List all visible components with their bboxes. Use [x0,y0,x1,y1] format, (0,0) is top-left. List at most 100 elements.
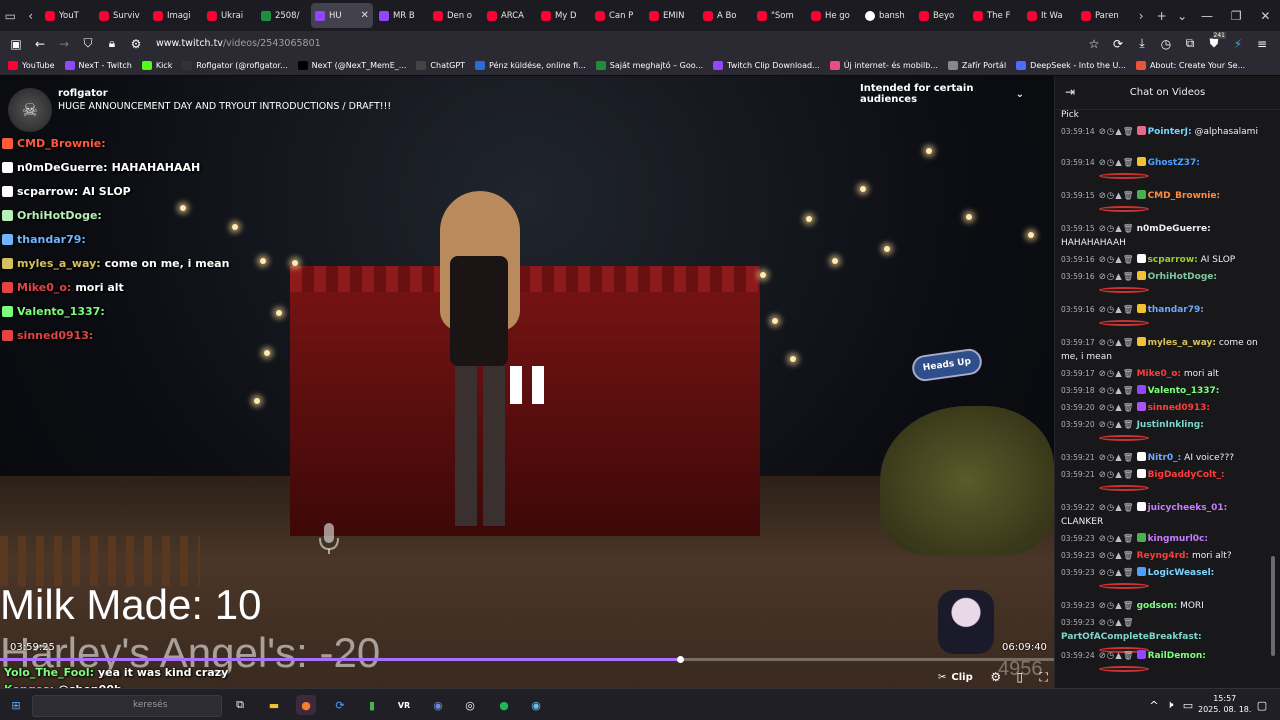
bookmark-item[interactable]: NexT (@NexT_MemE_... [297,61,406,70]
chat-message[interactable]: 03:59:23 ⊘◷▲🗑︎ Reyng4rd: mori alt? [1061,549,1267,563]
firefox-icon[interactable]: ● [296,695,316,715]
chat-message[interactable]: 03:59:24 ⊘◷▲🗑︎ RailDemon: [1061,649,1267,674]
moderation-icons[interactable]: ⊘◷▲🗑︎ [1099,568,1135,578]
chat-message[interactable]: 03:59:14 ⊘◷▲🗑︎ GhostZ37: [1061,156,1267,181]
streamer-logo-icon[interactable]: ☠ [8,88,52,132]
settings-gear-icon[interactable]: ⚙ [989,670,1003,684]
browser-tab[interactable]: Surviv [95,3,147,28]
browser-tab[interactable]: My D [537,3,589,28]
url-bar[interactable]: www.twitch.tv/videos/2543065801 [156,38,1082,49]
bookmark-item[interactable]: ChatGPT [416,61,465,70]
browser-tab[interactable]: Can P [591,3,643,28]
chat-username[interactable]: myles_a_way: [1148,338,1216,348]
browser-tab[interactable]: bansh [861,3,913,28]
chat-username[interactable]: LogicWeasel: [1148,568,1215,578]
chat-message[interactable]: 03:59:16 ⊘◷▲🗑︎ scparrow: AI SLOP [1061,253,1267,267]
tab-list-dropdown-icon[interactable]: ⌄ [1172,0,1192,31]
bookmark-item[interactable]: Kick [141,61,172,70]
notifications-icon[interactable]: ▢ [1252,695,1272,715]
browser-tab[interactable]: Den o [429,3,481,28]
app-icon[interactable]: ⟳ [330,695,350,715]
moderation-icons[interactable]: ⊘◷▲🗑︎ [1099,191,1135,201]
moderation-icons[interactable]: ⊘◷▲🗑︎ [1099,453,1135,463]
task-view-icon[interactable]: ⧉ [230,695,250,715]
permissions-icon[interactable]: ⚙︎ [124,32,148,56]
volume-icon[interactable]: 🕨︎ [1160,695,1180,715]
moderation-icons[interactable]: ⊘◷▲🗑︎ [1099,534,1135,544]
browser-tab[interactable]: The F [969,3,1021,28]
chat-message[interactable]: Pick [1061,110,1267,122]
chat-username[interactable]: juicycheeks_01: [1148,503,1228,513]
browser-tab[interactable]: MR B [375,3,427,28]
moderation-icons[interactable]: ⊘◷▲🗑︎ [1099,386,1135,396]
chat-message[interactable]: 03:59:14 ⊘◷▲🗑︎ PointerJ: @alphasalami [1061,125,1267,139]
discord-icon[interactable]: ◉ [428,695,448,715]
notepad-icon[interactable]: ▮ [362,695,382,715]
moderation-icons[interactable]: ⊘◷▲🗑︎ [1099,224,1135,234]
chat-username[interactable]: thandar79: [1148,305,1204,315]
chat-username[interactable]: godson: [1137,601,1178,611]
bookmark-item[interactable]: Pénz küldése, online fi... [475,61,586,70]
moderation-icons[interactable]: ⊘◷▲🗑︎ [1099,651,1135,661]
browser-tab[interactable]: "Som [753,3,805,28]
sidebar-toggle-icon[interactable]: ▣ [4,32,28,56]
browser-tab[interactable]: A Bo [699,3,751,28]
chat-username[interactable]: PartOfACompleteBreakfast: [1061,632,1202,642]
browser-tab[interactable]: Beyo [915,3,967,28]
moderation-icons[interactable]: ⊘◷▲🗑︎ [1099,403,1135,413]
restore-icon[interactable]: ❐ [1222,0,1251,31]
chat-username[interactable]: PointerJ: [1148,127,1192,137]
bookmark-item[interactable]: Zafír Portál [947,61,1006,70]
chat-message[interactable]: 03:59:23 ⊘◷▲🗑︎ godson: MORI [1061,599,1267,613]
chat-message[interactable]: 03:59:16 ⊘◷▲🗑︎ OrhiHotDoge: [1061,270,1267,295]
chat-username[interactable]: Mike0_o: [1137,369,1181,379]
chat-username[interactable]: CMD_Brownie: [1148,191,1221,201]
browser-tab[interactable]: Imagi [149,3,201,28]
tab-overview-icon[interactable]: ▭ [0,0,20,31]
bookmark-item[interactable]: Twitch Clip Download... [713,61,820,70]
chat-username[interactable]: JustinInkling: [1137,420,1204,430]
browser-tab[interactable]: It Wa [1023,3,1075,28]
moderation-icons[interactable]: ⊘◷▲🗑︎ [1099,470,1135,480]
network-icon[interactable]: ▭ [1178,695,1198,715]
chat-message[interactable]: 03:59:20 ⊘◷▲🗑︎ JustinInkling: [1061,418,1267,443]
bookmark-item[interactable]: YouTube [8,61,55,70]
pause-icon[interactable] [510,366,544,404]
history-icon[interactable]: ◷ [1154,32,1178,56]
chat-scrollbar[interactable] [1271,556,1275,656]
browser-tab[interactable]: EMIN [645,3,697,28]
shield-icon[interactable]: ⛉ [76,32,100,56]
bookmark-item[interactable]: Roflgator (@roflgator... [182,61,288,70]
moderation-icons[interactable]: ⊘◷▲🗑︎ [1099,369,1135,379]
moderation-icons[interactable]: ⊘◷▲🗑︎ [1099,503,1135,513]
translate-icon[interactable]: ⚡ [1226,32,1250,56]
browser-tab[interactable]: Paren [1077,3,1129,28]
vr-icon[interactable]: VR [394,695,414,715]
moderation-icons[interactable]: ⊘◷▲🗑︎ [1099,158,1135,168]
chat-message[interactable]: 03:59:23 ⊘◷▲🗑︎ LogicWeasel: [1061,566,1267,591]
chat-username[interactable]: GhostZ37: [1148,158,1200,168]
extensions-icon[interactable]: ⧉ [1178,32,1202,56]
chat-username[interactable]: Valento_1337: [1148,386,1220,396]
file-explorer-icon[interactable]: ▬ [264,695,284,715]
spotify-icon[interactable]: ● [494,695,514,715]
chat-username[interactable]: OrhiHotDoge: [1148,272,1217,282]
fullscreen-icon[interactable]: ⛶ [1037,670,1051,684]
chat-username[interactable]: BigDaddyColt_: [1148,470,1225,480]
chat-username[interactable]: sinned0913: [1148,403,1210,413]
moderation-icons[interactable]: ⊘◷▲🗑︎ [1099,618,1135,628]
close-tab-icon[interactable]: ✕ [361,10,369,21]
taskbar-search[interactable]: keresés [32,695,222,717]
tabs-scroll-right-icon[interactable]: › [1131,0,1151,31]
bookmark-star-icon[interactable]: ☆ [1082,32,1106,56]
chat-message[interactable]: 03:59:17 ⊘◷▲🗑︎ Mike0_o: mori alt [1061,367,1267,381]
video-player[interactable]: ☠ roflgator HUGE ANNOUNCEMENT DAY AND TR… [0,76,1054,688]
moderation-icons[interactable]: ⊘◷▲🗑︎ [1099,255,1135,265]
windows-start-icon[interactable]: ⊞ [6,695,26,715]
audience-warning-button[interactable]: Intended for certain audiences ⌄ [852,82,1024,106]
chat-username[interactable]: n0mDeGuerre: [1137,224,1211,234]
browser-tab[interactable]: Ukrai [203,3,255,28]
bookmark-item[interactable]: DeepSeek - Into the U... [1016,61,1126,70]
chat-message[interactable]: 03:59:15 ⊘◷▲🗑︎ n0mDeGuerre: HAHAHAHAAH [1061,222,1267,250]
bookmark-item[interactable]: Saját meghajtó – Goo... [595,61,703,70]
